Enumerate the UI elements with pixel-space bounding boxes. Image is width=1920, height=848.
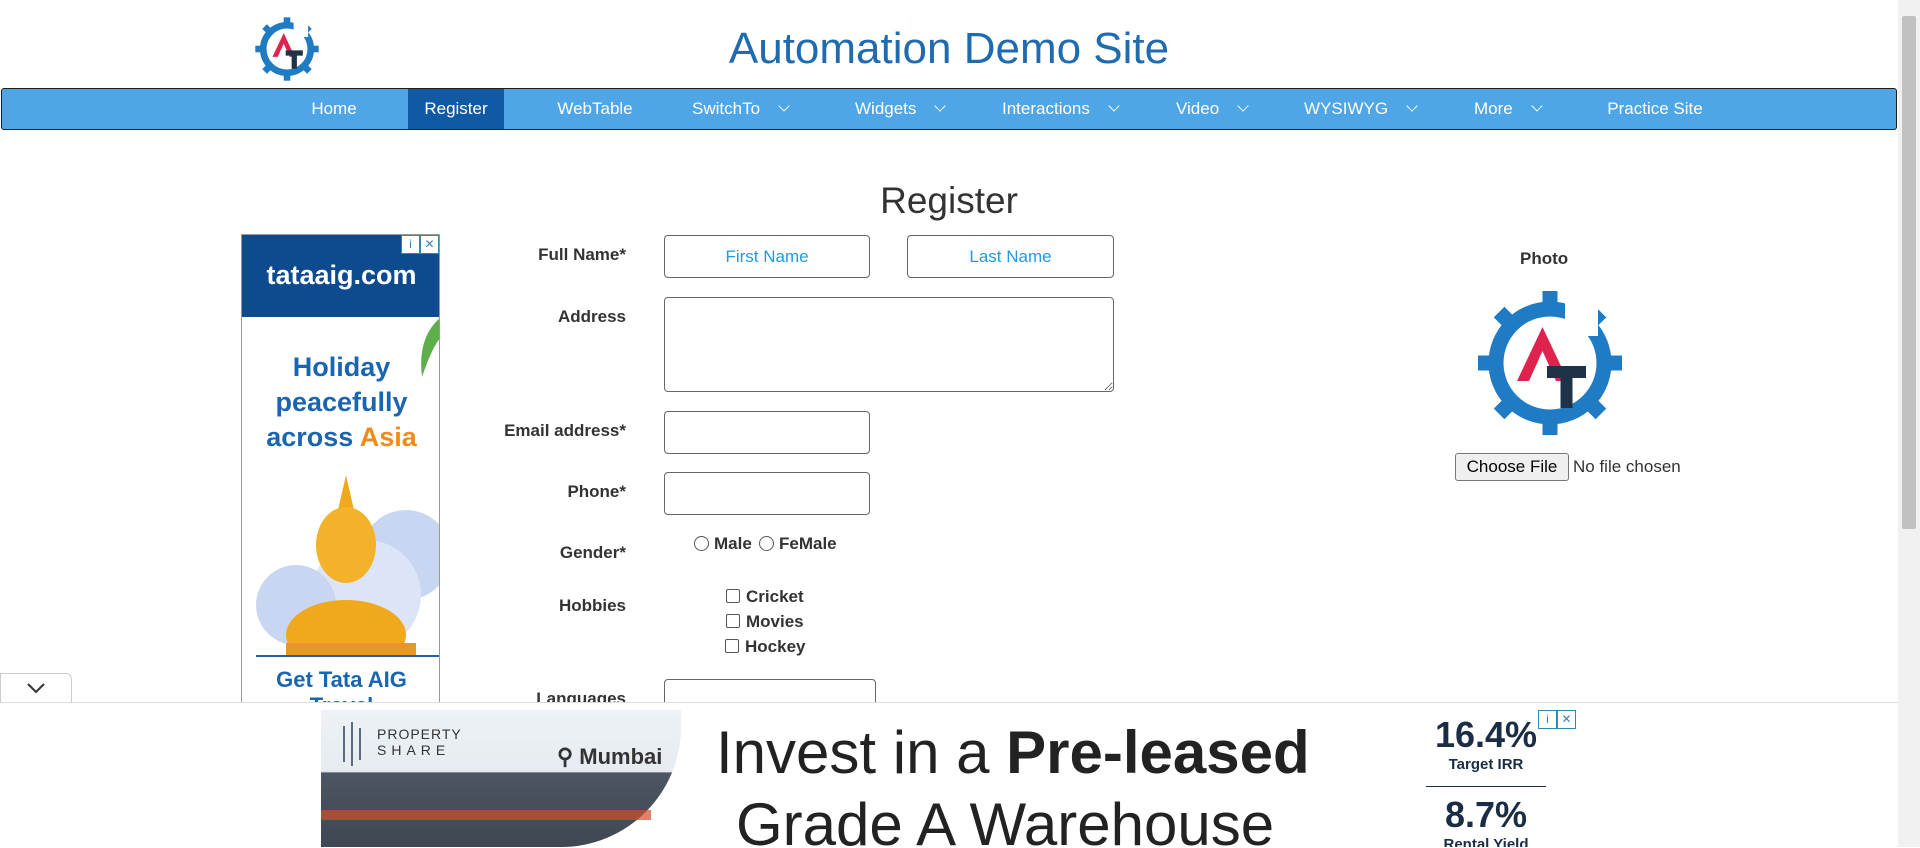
movies-checkbox[interactable] [726,614,740,628]
nav-video-label: Video [1176,99,1220,118]
ad-brand-name: PROPERTY SHARE [377,726,462,758]
nav-widgets-label: Widgets [855,99,917,118]
nav-more[interactable]: More [1474,89,1564,129]
chevron-down-icon [778,100,790,112]
cricket-label: Cricket [746,587,804,606]
full-name-label: Full Name* [538,245,626,264]
email-input[interactable] [664,411,870,454]
chevron-down-icon [1237,100,1249,112]
photo-label: Photo [1520,249,1569,268]
ad-brand-line-1: PROPERTY [377,726,462,742]
site-title: Automation Demo Site [728,24,1170,73]
hobby-cricket[interactable]: Cricket [726,587,804,607]
stat-yield-label: Rental Yield [1443,836,1529,847]
ad-brand-line-2: SHARE [377,742,451,758]
chevron-down-icon [934,100,947,112]
ad-location: ⚲ Mumbai [557,744,662,770]
chevron-down-icon [27,683,45,694]
ad-location-label: Mumbai [579,744,663,769]
ad-divider [256,655,439,657]
first-name-input[interactable] [664,235,870,278]
left-ad-banner[interactable]: tataaig.com i ✕ Holiday peacefully acros… [241,234,440,704]
stat-divider [1426,786,1546,787]
hobbies-label: Hobbies [558,596,626,615]
page-title: Register [880,180,1018,221]
scrollbar-thumb[interactable] [1902,16,1916,529]
movies-label: Movies [746,612,804,631]
nav-webtable[interactable]: WebTable [542,89,648,129]
gender-male-option[interactable]: Male [694,534,752,554]
male-radio[interactable] [694,536,709,551]
hockey-checkbox[interactable] [725,639,739,653]
chevron-down-icon [1406,100,1418,112]
nav-switchto-label: SwitchTo [692,99,761,118]
address-textarea[interactable] [664,297,1114,392]
gender-label: Gender* [559,543,626,562]
phone-input[interactable] [664,472,870,515]
ad-headline-2: Grade A Warehouse [736,791,1275,847]
nav-video[interactable]: Video [1176,89,1272,129]
chevron-down-icon [1531,100,1543,112]
nav-more-label: More [1474,99,1513,118]
email-label: Email address* [504,421,626,440]
chevron-down-icon [1108,100,1120,112]
phone-label: Phone* [567,482,626,501]
last-name-input[interactable] [907,235,1114,278]
nav-widgets[interactable]: Widgets [855,89,975,129]
address-label: Address [557,307,626,326]
hockey-label: Hockey [745,637,806,656]
file-status: No file chosen [1573,457,1681,476]
truck-strip [321,810,651,820]
choose-file-button[interactable]: Choose File [1455,453,1569,481]
ad-line-1: Holiday [292,352,391,382]
nav-register[interactable]: Register [408,89,504,129]
collapse-ad-button[interactable] [0,673,72,703]
stat-irr-label: Target IRR [1448,756,1524,773]
female-radio[interactable] [759,536,774,551]
stat-yield-value: 8.7% [1444,794,1528,835]
bottom-ad-banner[interactable]: PROPERTY SHARE ⚲ Mumbai Invest in a Pre-… [321,710,1576,847]
ad-headline: Invest in a Pre-leased [716,718,1310,787]
hobby-movies[interactable]: Movies [726,612,804,632]
male-label: Male [714,534,752,553]
cricket-checkbox[interactable] [726,589,740,603]
buddha-illustration [256,475,439,655]
nav-interactions-label: Interactions [1002,99,1090,118]
ad-line-2: peacefully [275,387,408,417]
photo-preview-logo [1478,288,1622,435]
hobby-hockey[interactable]: Hockey [725,637,805,657]
ad-headline-b: Pre-leased [1006,719,1310,786]
nav-interactions[interactable]: Interactions [1002,89,1152,129]
property-share-logo-icon [343,722,361,766]
gender-female-option[interactable]: FeMale [759,534,837,554]
nav-wysiwyg-label: WYSIWYG [1304,99,1389,118]
nav-switchto[interactable]: SwitchTo [692,89,814,129]
nav-wysiwyg[interactable]: WYSIWYG [1304,89,1426,129]
female-label: FeMale [779,534,837,553]
nav-home[interactable]: Home [294,89,374,129]
ad-close-icon[interactable]: ✕ [1557,710,1576,729]
ad-headline-a: Invest in a [716,719,1007,786]
ad-line-3a: across [266,422,360,452]
nav-practice-site[interactable]: Practice Site [1590,89,1720,129]
location-pin-icon: ⚲ [557,744,574,769]
warehouse-image: PROPERTY SHARE ⚲ Mumbai [321,710,681,847]
ad-stats: 16.4% Target IRR 8.7% Rental Yield [1396,710,1576,847]
main-nav: Home Register WebTable SwitchTo Widgets … [1,88,1897,130]
ad-info-icon[interactable]: i [1538,710,1557,729]
